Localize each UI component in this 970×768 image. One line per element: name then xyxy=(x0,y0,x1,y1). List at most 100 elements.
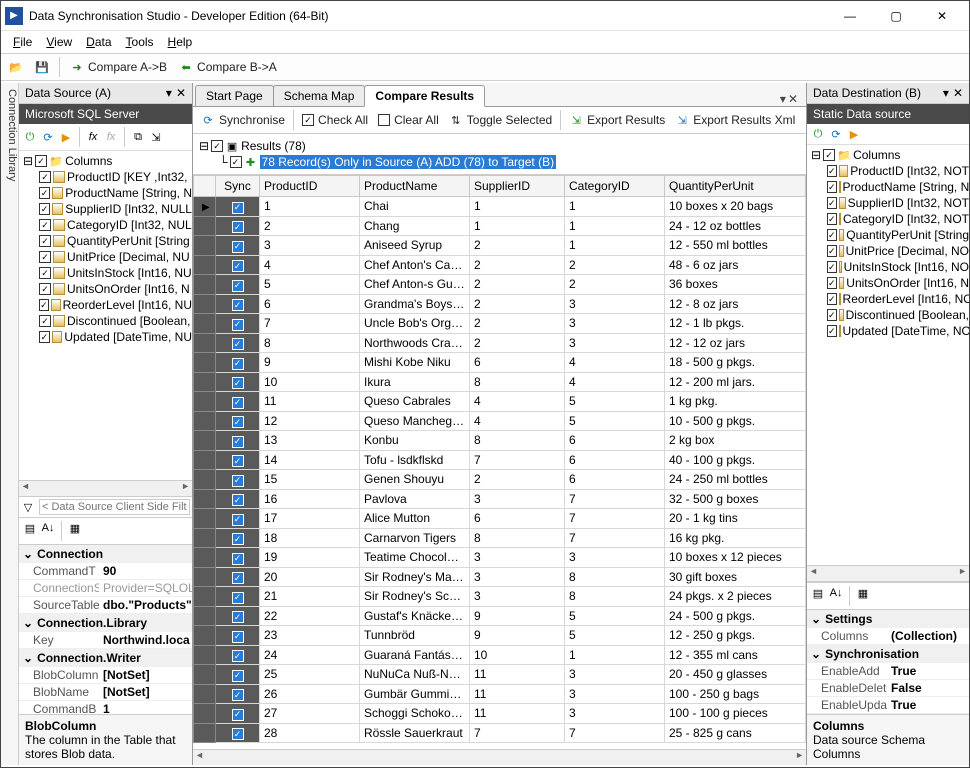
cell-supplierid[interactable]: 3 xyxy=(470,567,565,587)
row-header[interactable] xyxy=(194,606,216,626)
sync-checkbox[interactable] xyxy=(232,221,244,233)
cell-qty[interactable]: 16 kg pkg. xyxy=(665,528,806,548)
cell-productname[interactable]: Chef Anton-s Gum... xyxy=(360,275,470,295)
sync-cell[interactable] xyxy=(216,606,260,626)
sync-checkbox[interactable] xyxy=(232,728,244,740)
cell-supplierid[interactable]: 3 xyxy=(470,489,565,509)
close-icon[interactable]: ✕ xyxy=(176,86,186,100)
sync-cell[interactable] xyxy=(216,216,260,236)
sync-checkbox[interactable] xyxy=(232,377,244,389)
cell-supplierid[interactable]: 10 xyxy=(470,645,565,665)
cell-qty[interactable]: 12 - 550 ml bottles xyxy=(665,236,806,256)
cat-connwr[interactable]: ⌄Connection.Writer xyxy=(19,649,192,667)
column-item[interactable]: SupplierID [Int32, NOT xyxy=(809,195,969,211)
sync-cell[interactable] xyxy=(216,275,260,295)
cell-categoryid[interactable]: 1 xyxy=(565,197,665,217)
col-checkbox[interactable] xyxy=(827,261,837,273)
menu-view[interactable]: View xyxy=(40,33,78,51)
col-qtyperunit[interactable]: QuantityPerUnit xyxy=(665,176,806,197)
row-header[interactable] xyxy=(194,216,216,236)
connection-library-tab[interactable]: Connection Library xyxy=(1,83,19,765)
sync-cell[interactable] xyxy=(216,528,260,548)
sync-checkbox[interactable] xyxy=(232,533,244,545)
sync-cell[interactable] xyxy=(216,684,260,704)
cell-supplierid[interactable]: 8 xyxy=(470,528,565,548)
cell-qty[interactable]: 40 - 100 g pkgs. xyxy=(665,450,806,470)
sync-cell[interactable] xyxy=(216,333,260,353)
sync-cell[interactable] xyxy=(216,704,260,724)
cell-productid[interactable]: 23 xyxy=(260,626,360,646)
results-child[interactable]: └ ✚ 78 Record(s) Only in Source (A) ADD … xyxy=(199,154,800,170)
menu-tools[interactable]: Tools xyxy=(120,33,160,51)
column-item[interactable]: UnitPrice [Decimal, NO xyxy=(809,243,969,259)
row-header[interactable] xyxy=(194,704,216,724)
cell-productid[interactable]: 20 xyxy=(260,567,360,587)
dest-header[interactable]: Data Destination (B) ▾✕ xyxy=(807,83,969,104)
tab-close-icon[interactable]: ✕ xyxy=(788,92,798,106)
cell-supplierid[interactable]: 1 xyxy=(470,216,565,236)
filter-icon[interactable]: ▽ xyxy=(21,500,35,514)
col-checkbox[interactable] xyxy=(827,277,837,289)
cell-productname[interactable]: Teatime Chocolate ... xyxy=(360,548,470,568)
cell-productid[interactable]: 12 xyxy=(260,411,360,431)
collapse-icon[interactable]: ⊟ xyxy=(811,148,821,162)
cell-qty[interactable]: 24 - 12 oz bottles xyxy=(665,216,806,236)
cell-categoryid[interactable]: 2 xyxy=(565,275,665,295)
col-checkbox[interactable] xyxy=(39,203,50,215)
cell-productname[interactable]: Genen Shouyu xyxy=(360,470,470,490)
sync-cell[interactable] xyxy=(216,392,260,412)
table-row[interactable]: ▶1Chai1110 boxes x 20 bags xyxy=(194,197,806,217)
refresh-icon[interactable]: ⟳ xyxy=(829,127,843,141)
col-checkbox[interactable] xyxy=(827,181,837,193)
results-checkbox[interactable] xyxy=(211,140,223,152)
tree-hscroll[interactable] xyxy=(19,480,192,496)
proppage-icon[interactable]: ▦ xyxy=(856,586,870,600)
cell-productid[interactable]: 7 xyxy=(260,314,360,334)
dest-property-grid[interactable]: ⌄Settings Columns(Collection) ⌄Synchroni… xyxy=(807,609,969,714)
sync-checkbox[interactable] xyxy=(232,397,244,409)
col-checkbox[interactable] xyxy=(39,187,50,199)
table-row[interactable]: 8Northwoods Cranb...2312 - 12 oz jars xyxy=(194,333,806,353)
cell-supplierid[interactable]: 7 xyxy=(470,723,565,743)
cell-qty[interactable]: 12 - 200 ml jars. xyxy=(665,372,806,392)
cell-qty[interactable]: 12 - 355 ml cans xyxy=(665,645,806,665)
sync-checkbox[interactable] xyxy=(232,455,244,467)
cell-categoryid[interactable]: 7 xyxy=(565,509,665,529)
data-source-header[interactable]: Data Source (A) ▾✕ xyxy=(19,83,192,104)
col-checkbox[interactable] xyxy=(827,309,837,321)
col-checkbox[interactable] xyxy=(39,219,51,231)
col-checkbox[interactable] xyxy=(39,267,51,279)
col-checkbox[interactable] xyxy=(39,171,51,183)
sync-cell[interactable] xyxy=(216,723,260,743)
row-header[interactable] xyxy=(194,353,216,373)
cell-categoryid[interactable]: 6 xyxy=(565,450,665,470)
cell-supplierid[interactable]: 2 xyxy=(470,294,565,314)
copy-icon[interactable]: ⧉ xyxy=(131,130,145,144)
sync-cell[interactable] xyxy=(216,372,260,392)
cell-supplierid[interactable]: 2 xyxy=(470,275,565,295)
tree-root[interactable]: ⊟ 📁 Columns xyxy=(21,153,192,169)
cell-qty[interactable]: 12 - 8 oz jars xyxy=(665,294,806,314)
cell-productname[interactable]: Sir Rodney's Marm... xyxy=(360,567,470,587)
child-checkbox[interactable] xyxy=(230,156,242,168)
cell-productid[interactable]: 13 xyxy=(260,431,360,451)
row-header[interactable] xyxy=(194,626,216,646)
column-item[interactable]: UnitsOnOrder [Int16, N xyxy=(809,275,969,291)
cell-productname[interactable]: Sir Rodney's Scones xyxy=(360,587,470,607)
cell-productname[interactable]: Grandma's Boysen... xyxy=(360,294,470,314)
sync-cell[interactable] xyxy=(216,236,260,256)
sync-checkbox[interactable] xyxy=(232,494,244,506)
row-header[interactable] xyxy=(194,236,216,256)
sync-checkbox[interactable] xyxy=(232,436,244,448)
row-header[interactable] xyxy=(194,509,216,529)
column-item[interactable]: ProductName [String, N xyxy=(809,179,969,195)
cell-productid[interactable]: 28 xyxy=(260,723,360,743)
table-row[interactable]: 21Sir Rodney's Scones3824 pkgs. x 2 piec… xyxy=(194,587,806,607)
cell-productname[interactable]: Chang xyxy=(360,216,470,236)
column-item[interactable]: CategoryID [Int32, NOT xyxy=(809,211,969,227)
clear-all-button[interactable]: Clear All xyxy=(374,111,443,129)
refresh-icon[interactable]: ⟳ xyxy=(41,130,55,144)
table-row[interactable]: 13Konbu862 kg box xyxy=(194,431,806,451)
sync-checkbox[interactable] xyxy=(232,670,244,682)
cell-productname[interactable]: Tunnbröd xyxy=(360,626,470,646)
